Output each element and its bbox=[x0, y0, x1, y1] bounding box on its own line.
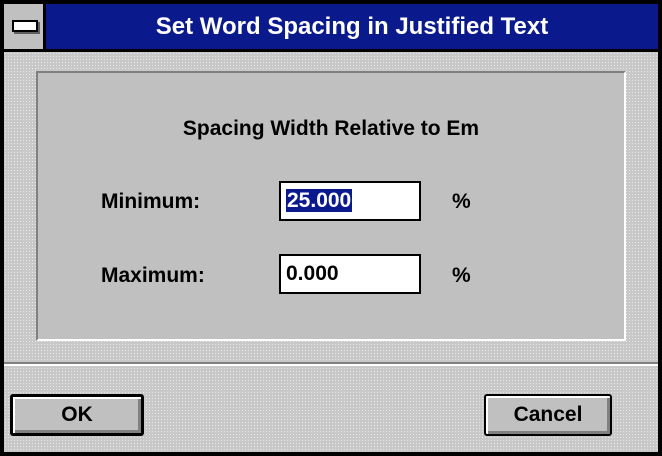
title-bar[interactable]: Set Word Spacing in Justified Text bbox=[4, 4, 658, 52]
ok-button[interactable]: OK bbox=[10, 394, 144, 436]
spacing-panel: Spacing Width Relative to Em Minimum: 25… bbox=[36, 71, 626, 341]
minimum-value: 25.000 bbox=[286, 189, 353, 212]
minimum-label: Minimum: bbox=[101, 190, 201, 213]
system-menu-icon bbox=[12, 20, 38, 32]
maximum-unit: % bbox=[452, 264, 471, 287]
maximum-label: Maximum: bbox=[101, 264, 205, 287]
system-menu-button[interactable] bbox=[4, 4, 46, 49]
minimum-unit: % bbox=[452, 190, 471, 213]
word-spacing-dialog: Set Word Spacing in Justified Text Spaci… bbox=[0, 0, 662, 456]
panel-heading: Spacing Width Relative to Em bbox=[182, 117, 480, 140]
button-separator bbox=[4, 362, 658, 366]
maximum-value: 0.000 bbox=[286, 262, 339, 285]
cancel-button[interactable]: Cancel bbox=[484, 394, 612, 436]
maximum-input[interactable]: 0.000 bbox=[279, 254, 421, 294]
minimum-input[interactable]: 25.000 bbox=[279, 181, 421, 221]
window-title: Set Word Spacing in Justified Text bbox=[155, 13, 549, 40]
